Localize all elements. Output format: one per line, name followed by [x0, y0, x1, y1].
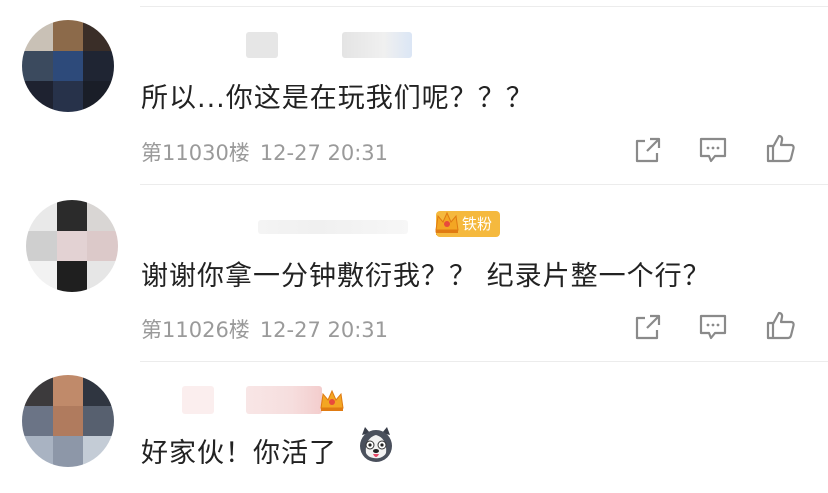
avatar[interactable]	[22, 20, 114, 112]
username-blurred[interactable]	[246, 32, 278, 58]
comment-meta: 第11030楼 12-27 20:31	[141, 137, 388, 167]
username-blurred[interactable]	[258, 220, 408, 234]
comment-icon[interactable]	[697, 311, 729, 343]
timestamp: 12-27 20:31	[259, 141, 389, 165]
username-blurred[interactable]	[246, 386, 322, 414]
comment-text: 谢谢你拿一分钟敷衍我？？ 纪录片整一个行？	[141, 261, 711, 292]
divider	[140, 361, 828, 362]
timestamp: 12-27 20:31	[259, 318, 389, 342]
fan-badge-label: 铁粉	[462, 215, 493, 233]
avatar[interactable]	[22, 375, 114, 467]
share-icon[interactable]	[632, 311, 664, 343]
avatar[interactable]	[26, 200, 118, 292]
comment-icon[interactable]	[697, 134, 729, 166]
username-blurred[interactable]	[182, 386, 214, 414]
divider	[140, 184, 828, 185]
comment-text: 所以...你这是在玩我们呢？？？	[141, 83, 534, 114]
husky-emoji	[360, 427, 392, 462]
crown-badge-icon	[435, 211, 459, 233]
divider-top	[140, 6, 828, 7]
comment-meta: 第11026楼 12-27 20:31	[141, 314, 388, 344]
share-icon[interactable]	[632, 134, 664, 166]
comment-text: 好家伙！你活了	[141, 438, 337, 469]
thumbs-up-icon[interactable]	[765, 132, 797, 164]
floor-number: 第11026楼	[141, 318, 250, 342]
floor-number: 第11030楼	[141, 141, 250, 165]
thumbs-up-icon[interactable]	[765, 309, 797, 341]
username-blurred[interactable]	[342, 32, 412, 58]
crown-badge-icon	[320, 389, 344, 411]
